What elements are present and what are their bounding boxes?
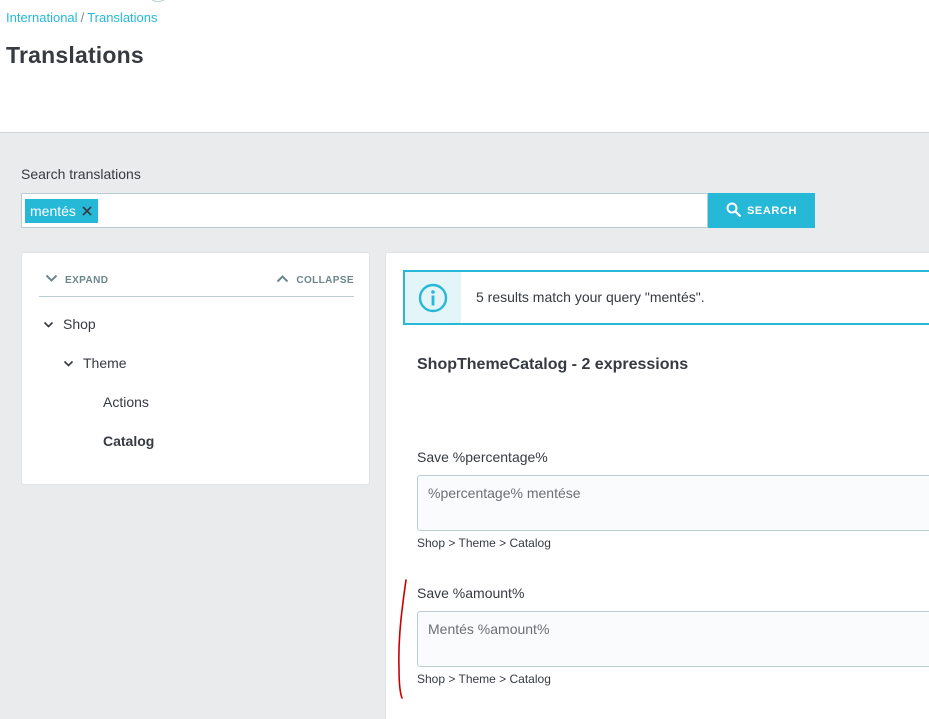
tree-item-theme[interactable]: Theme bbox=[63, 355, 127, 371]
collapse-label: COLLAPSE bbox=[296, 274, 354, 286]
search-tag: mentés bbox=[25, 199, 98, 223]
search-tag-input[interactable]: mentés bbox=[21, 193, 708, 228]
close-icon[interactable] bbox=[82, 204, 92, 219]
search-label: Search translations bbox=[21, 166, 141, 182]
chevron-up-icon bbox=[276, 274, 289, 286]
tree-item-label: Actions bbox=[103, 394, 149, 410]
expand-button[interactable]: EXPAND bbox=[45, 274, 108, 286]
info-icon bbox=[405, 272, 461, 323]
tree-item-label: Catalog bbox=[103, 433, 155, 449]
chevron-down-icon[interactable] bbox=[43, 316, 54, 332]
chevron-down-icon bbox=[45, 274, 58, 286]
chevron-down-icon[interactable] bbox=[63, 355, 74, 371]
tree-controls: EXPAND COLLAPSE bbox=[39, 273, 354, 297]
breadcrumb-link-translations[interactable]: Translations bbox=[87, 10, 157, 25]
search-tag-label: mentés bbox=[30, 203, 76, 219]
breadcrumb-separator: / bbox=[80, 10, 85, 25]
search-button[interactable]: SEARCH bbox=[708, 193, 815, 228]
search-button-label: SEARCH bbox=[746, 204, 798, 217]
tree-item-shop[interactable]: Shop bbox=[43, 316, 96, 332]
translation-path: Shop > Theme > Catalog bbox=[417, 536, 551, 550]
translation-path: Shop > Theme > Catalog bbox=[417, 672, 551, 686]
header-circle-icon bbox=[146, 0, 170, 2]
tree-item-actions[interactable]: Actions bbox=[103, 394, 149, 410]
collapse-button[interactable]: COLLAPSE bbox=[276, 274, 354, 286]
translation-field-label: Save %amount% bbox=[417, 585, 525, 601]
results-alert: 5 results match your query "mentés". bbox=[403, 270, 929, 325]
page-title: Translations bbox=[6, 42, 144, 68]
expand-label: EXPAND bbox=[65, 274, 109, 286]
tree-item-label: Theme bbox=[83, 355, 127, 371]
translation-field-label: Save %percentage% bbox=[417, 449, 548, 465]
alert-message: 5 results match your query "mentés". bbox=[476, 289, 705, 305]
translation-textarea[interactable]: Mentés %amount% bbox=[417, 611, 929, 667]
tree-item-catalog[interactable]: Catalog bbox=[103, 433, 154, 449]
translation-textarea[interactable]: %percentage% mentése bbox=[417, 475, 929, 531]
tree-item-label: Shop bbox=[63, 316, 96, 332]
search-icon bbox=[726, 202, 742, 220]
breadcrumb: International / Translations bbox=[6, 10, 158, 25]
annotation-mark bbox=[398, 579, 407, 699]
section-title: ShopThemeCatalog - 2 expressions bbox=[417, 356, 689, 373]
page-header: International / Translations Translations bbox=[0, 0, 929, 133]
breadcrumb-link-international[interactable]: International bbox=[6, 10, 78, 25]
translations-panel: 5 results match your query "mentés". Sho… bbox=[385, 252, 929, 719]
translation-tree-panel: EXPAND COLLAPSE Shop Theme Actions Catal… bbox=[21, 252, 370, 485]
search-input[interactable] bbox=[112, 198, 692, 224]
